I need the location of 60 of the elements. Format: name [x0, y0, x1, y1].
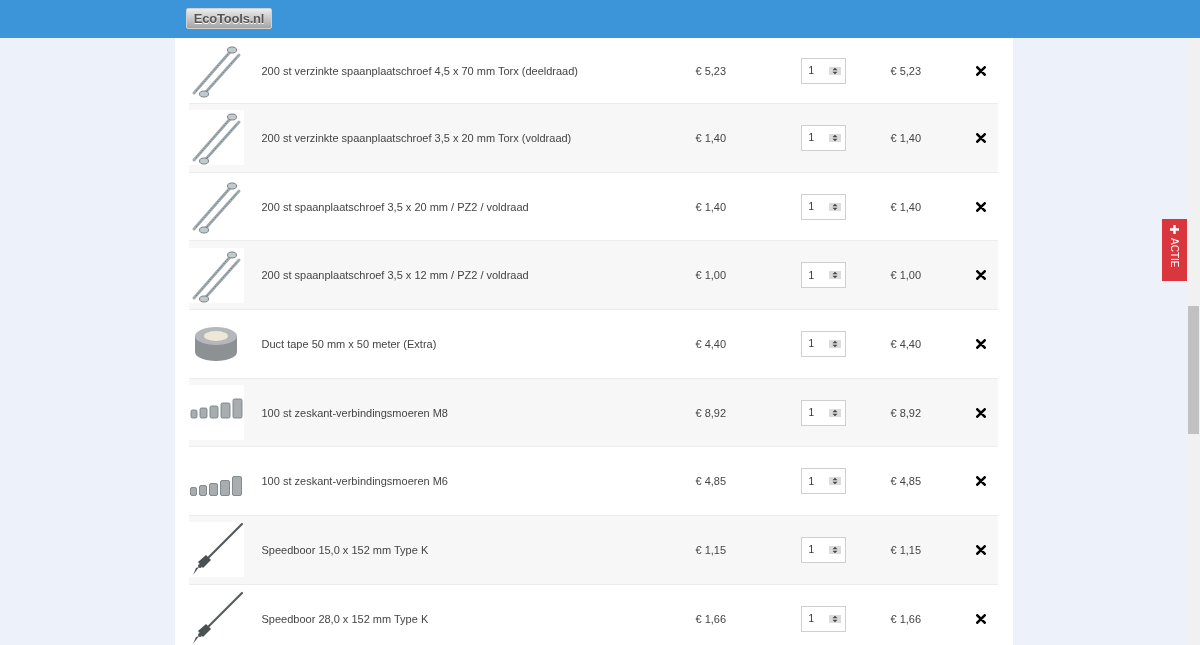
line-total: € 5,23: [890, 64, 922, 77]
quantity-field[interactable]: 1: [800, 536, 846, 563]
delete-icon[interactable]: [975, 613, 986, 624]
plus-icon: [1170, 225, 1179, 234]
quantity-field[interactable]: 1: [800, 330, 846, 357]
delete-icon[interactable]: [975, 201, 986, 212]
product-name: 100 st zeskant-verbindingsmoeren M6: [261, 475, 448, 488]
quantity-field[interactable]: 1: [800, 468, 846, 495]
delete-icon[interactable]: [975, 407, 986, 418]
promo-label: ACTIE: [1169, 238, 1180, 268]
unit-price: € 1,66: [695, 612, 727, 625]
quantity-field[interactable]: 1: [800, 57, 846, 84]
unit-price: € 1,00: [695, 269, 727, 282]
product-name: 200 st verzinkte spaanplaatschroef 4,5 x 70 mm Torx (deeldraad): [261, 64, 579, 77]
delete-icon[interactable]: [975, 270, 986, 281]
scrollbar-thumb[interactable]: [1188, 306, 1199, 434]
spinner-icon[interactable]: [828, 477, 841, 486]
line-total: € 4,85: [890, 475, 922, 488]
unit-price: € 1,40: [695, 200, 727, 213]
product-name: 200 st verzinkte spaanplaatschroef 3,5 x 20 mm Torx (voldraad): [261, 131, 572, 144]
spinner-icon[interactable]: [828, 271, 841, 280]
spinner-icon[interactable]: [828, 339, 841, 348]
product-name: Speedboor 15,0 x 152 mm Type K: [261, 543, 429, 556]
delete-icon[interactable]: [975, 132, 986, 143]
line-total: € 1,15: [890, 543, 922, 556]
spinner-icon[interactable]: [828, 408, 841, 417]
unit-price: € 4,85: [695, 475, 727, 488]
unit-price: € 1,40: [695, 131, 727, 144]
spinner-icon[interactable]: [828, 66, 841, 75]
logo[interactable]: EcoTools.nl: [186, 8, 272, 29]
product-name: Duct tape 50 mm x 50 meter (Extra): [261, 337, 437, 350]
delete-icon[interactable]: [975, 338, 986, 349]
spinner-icon[interactable]: [828, 545, 841, 554]
spinner-icon[interactable]: [828, 133, 841, 142]
product-name: 200 st spaanplaatschroef 3,5 x 20 mm / PZ2 / voldraad: [261, 200, 529, 213]
line-total: € 1,40: [890, 200, 922, 213]
unit-price: € 5,23: [695, 64, 727, 77]
unit-price: € 8,92: [695, 406, 727, 419]
quantity-field[interactable]: 1: [800, 605, 846, 632]
product-name: 200 st spaanplaatschroef 3,5 x 12 mm / PZ2 / voldraad: [261, 269, 529, 282]
delete-icon[interactable]: [975, 65, 986, 76]
product-name: 100 st zeskant-verbindingsmoeren M8: [261, 406, 448, 419]
line-total: € 4,40: [890, 337, 922, 350]
spinner-icon[interactable]: [828, 202, 841, 211]
line-total: € 1,40: [890, 131, 922, 144]
quantity-field[interactable]: 1: [800, 124, 846, 151]
delete-icon[interactable]: [975, 476, 986, 487]
product-name: Speedboor 28,0 x 152 mm Type K: [261, 612, 429, 625]
line-total: € 8,92: [890, 406, 922, 419]
nuts-picture: [190, 475, 242, 496]
delete-icon[interactable]: [975, 544, 986, 555]
line-total: € 1,00: [890, 269, 922, 282]
unit-price: € 4,40: [695, 337, 727, 350]
quantity-field[interactable]: 1: [800, 399, 846, 426]
quantity-field[interactable]: 1: [800, 262, 846, 289]
spinner-icon[interactable]: [828, 614, 841, 623]
line-total: € 1,66: [890, 612, 922, 625]
unit-price: € 1,15: [695, 543, 727, 556]
quantity-field[interactable]: 1: [800, 193, 846, 220]
promo-tab[interactable]: ACTIE: [1162, 219, 1187, 281]
